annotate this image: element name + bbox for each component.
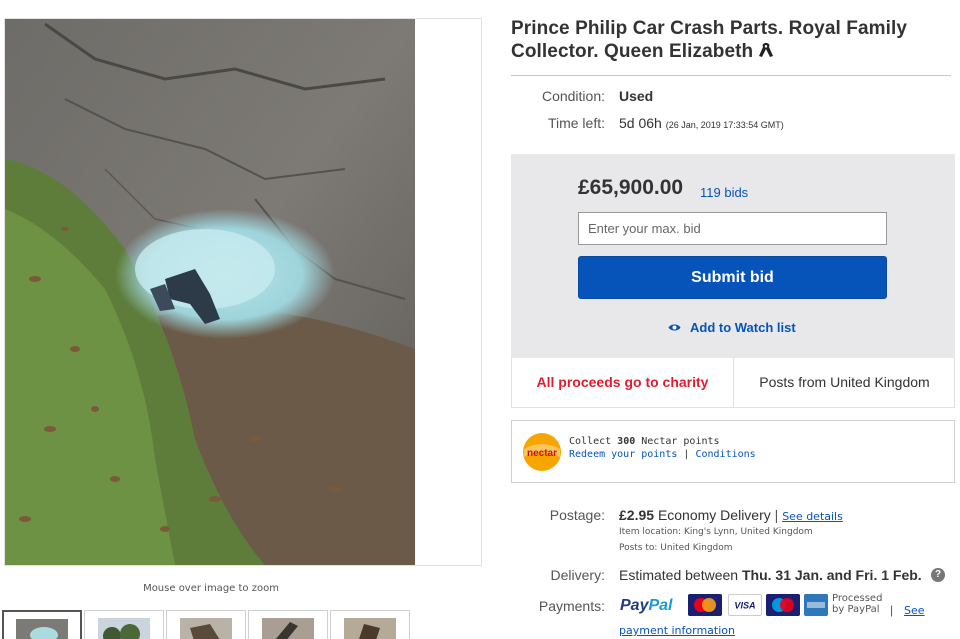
time-left-value: 5d 06h (26 Jan, 2019 17:33:54 GMT) [619, 115, 784, 131]
postage-price: £2.95 [619, 507, 655, 523]
max-bid-input[interactable] [578, 212, 887, 245]
watch-list-label: Add to Watch list [690, 320, 796, 335]
posts-to: Posts to: United Kingdom [619, 543, 733, 553]
payments-label: Payments: [538, 598, 605, 614]
time-left-date: (26 Jan, 2019 17:33:54 GMT) [665, 120, 784, 130]
time-left-remaining: 5d 06h [619, 115, 662, 131]
delivery-prefix: Estimated between [619, 567, 742, 583]
visa-text: VISA [734, 601, 755, 611]
black-ribbon-icon [759, 43, 774, 57]
paypal-pay: Pay [620, 597, 649, 614]
eye-icon [668, 324, 681, 331]
info-strip: All proceeds go to charity Posts from Un… [511, 358, 955, 408]
paypal-logo: PayPal [620, 597, 672, 615]
listing-title: Prince Philip Car Crash Parts. Royal Fam… [511, 17, 951, 63]
thumbnail-image [344, 618, 396, 639]
thumbnail-4[interactable] [248, 610, 328, 639]
thumbnail-image [16, 619, 68, 639]
postage-service: Economy Delivery [657, 507, 771, 523]
postage-label: Postage: [549, 507, 605, 523]
time-left-label: Time left: [547, 115, 605, 131]
main-item-photo[interactable] [5, 19, 415, 565]
nectar-collect-line: Collect 300 Nectar points [569, 435, 756, 448]
nectar-logo: nectar [523, 433, 561, 471]
thumbnail-2[interactable] [84, 610, 164, 639]
payments-separator: | [890, 603, 894, 617]
processed-by-paypal: Processed by PayPal [832, 593, 882, 615]
delivery-label: Delivery: [550, 567, 605, 583]
zoom-hint: Mouse over image to zoom [143, 583, 279, 594]
help-icon[interactable]: ? [931, 568, 945, 582]
nectar-panel: nectar Collect 300 Nectar points Redeem … [511, 420, 955, 483]
listing-title-text: Prince Philip Car Crash Parts. Royal Fam… [511, 18, 908, 62]
nectar-points: 300 [617, 436, 636, 447]
thumbnail-3[interactable] [166, 610, 246, 639]
condition-value: Used [619, 88, 654, 104]
delivery-value: Estimated between Thu. 31 Jan. and Fri. … [619, 567, 922, 583]
add-to-watch-list-link[interactable]: Add to Watch list [668, 320, 796, 335]
title-divider [511, 75, 951, 76]
postage-separator: | [774, 507, 779, 523]
thumbnail-image [98, 618, 150, 639]
submit-bid-button[interactable]: Submit bid [578, 256, 887, 299]
nectar-logo-text: nectar [527, 448, 557, 459]
nectar-conditions-link[interactable]: Conditions [695, 449, 755, 460]
postage-value: £2.95 Economy Delivery | See details [619, 507, 843, 523]
thumbnail-1[interactable] [2, 610, 82, 639]
posts-from-notice: Posts from United Kingdom [759, 374, 930, 390]
current-price: £65,900.00 [578, 176, 684, 199]
nectar-links-line: Redeem your points | Conditions [569, 448, 756, 461]
thumbnail-strip [0, 610, 480, 639]
condition-label: Condition: [541, 88, 605, 104]
thumbnail-image [262, 618, 314, 639]
charity-notice: All proceeds go to charity [512, 358, 734, 407]
see-details-link[interactable]: See details [782, 510, 843, 523]
redeem-points-link[interactable]: Redeem your points [569, 449, 677, 460]
delivery-dates: Thu. 31 Jan. and Fri. 1 Feb. [741, 567, 922, 583]
item-location: Item location: King's Lynn, United Kingd… [619, 527, 813, 537]
thumbnail-image [180, 618, 232, 639]
nectar-collect-suffix: Nectar points [635, 436, 720, 447]
bid-count-link[interactable]: 119 bids [700, 185, 748, 200]
paypal-pal: Pal [648, 597, 673, 614]
see-payment-link[interactable]: See [904, 604, 925, 617]
nectar-text: Collect 300 Nectar points Redeem your po… [569, 435, 756, 461]
image-gallery [4, 18, 482, 566]
thumbnail-5[interactable] [330, 610, 410, 639]
processed-line-2: by PayPal [832, 604, 880, 615]
mastercard-icon [688, 594, 722, 616]
processed-line-1: Processed [832, 593, 883, 604]
maestro-icon [766, 594, 800, 616]
amex-icon [804, 594, 828, 616]
visa-icon: VISA [728, 594, 762, 616]
nectar-collect-prefix: Collect [569, 436, 618, 447]
nectar-separator: | [683, 449, 690, 460]
payment-information-link[interactable]: payment information [619, 624, 735, 637]
